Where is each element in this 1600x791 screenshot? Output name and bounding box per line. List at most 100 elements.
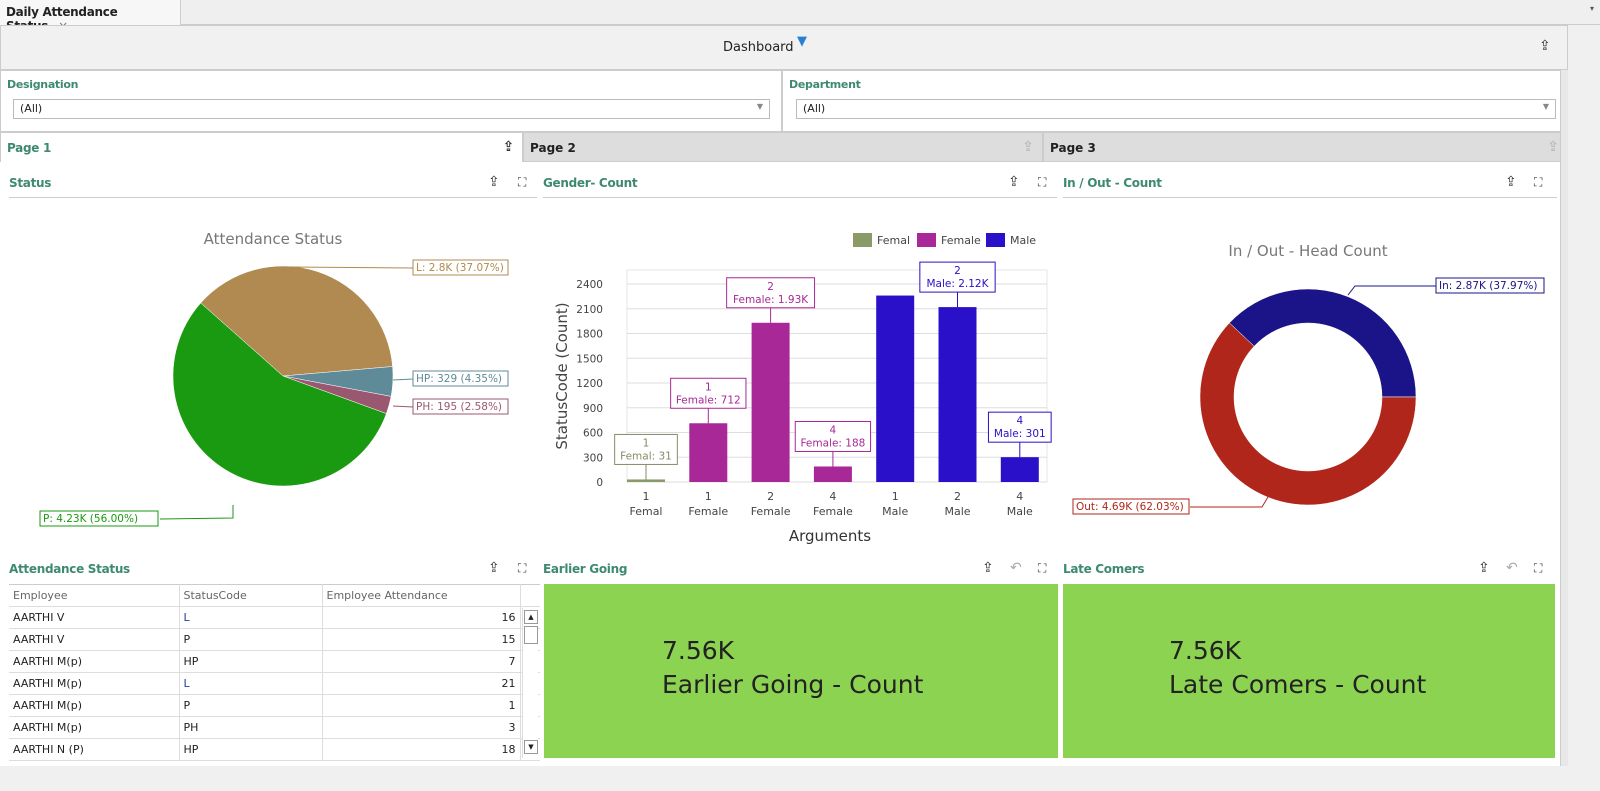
table-cell: L [179,672,323,695]
data-label: Female: 188 [800,437,865,449]
table-row[interactable]: AARTHI V L 16 [9,606,540,629]
charts-canvas: Attendance Status L: 2.8K (37.07%) HP: 329… [39,230,1545,545]
bar-female [751,322,790,482]
x-tick-arg: 1 [705,490,712,503]
data-label: In: 2.87K (37.97%) [1439,280,1537,292]
bar-male [938,307,977,482]
legend-swatch [853,233,872,247]
data-label: Male: 301 [994,428,1046,440]
legend-label: Femal [877,234,910,247]
header-spacer [520,584,540,607]
x-tick-arg: 4 [1016,490,1023,503]
export-icon[interactable]: ⇪ [982,560,994,576]
table-cell: PH [179,716,323,739]
panel-title-earlier: Earlier Going [543,562,628,576]
leader-line [392,378,414,381]
y-tick-label: 1500 [576,353,603,365]
x-tick-series: Male [882,505,908,518]
export-icon[interactable]: ⇪ [1478,560,1490,576]
data-label: Male: 2.12K [926,278,989,290]
table-cell: L [179,606,323,629]
x-tick-series: Female [688,505,728,518]
y-axis-title: StatusCode (Count) [553,302,571,449]
maximize-icon[interactable]: ⛶ [1534,561,1542,576]
table-row[interactable]: AARTHI M(p) PH 3 [9,716,540,739]
x-tick-arg: 2 [767,490,774,503]
maximize-icon[interactable]: ⛶ [1038,561,1046,576]
maximize-icon[interactable]: ⛶ [518,561,526,576]
legend-label: Male [1010,234,1036,247]
column-header[interactable]: StatusCode [179,584,323,607]
donut-slice-in [1229,288,1417,398]
bar-male [1000,457,1039,482]
table-row[interactable]: AARTHI V P 15 [9,628,540,651]
table-cell: 7 [322,650,521,673]
data-label: Femal: 31 [620,450,672,462]
kpi-label: Earlier Going - Count [662,670,924,699]
scroll-up-icon[interactable]: ▲ [524,610,538,624]
data-label: Female: 712 [676,394,741,406]
data-label-arg: 2 [767,281,774,293]
bar-male [876,295,915,482]
data-label-arg: 2 [954,265,961,277]
x-tick-arg: 1 [892,490,899,503]
export-icon[interactable]: ⇪ [488,560,500,576]
data-label-arg: 4 [1016,415,1023,427]
chart-title: Attendance Status [204,230,343,248]
table-scrollbar[interactable]: ▲ ▼ [522,608,538,758]
table-row[interactable]: AARTHI M(p) L 21 [9,672,540,695]
table-row[interactable]: AARTHI N (P) HP 18 [9,738,540,761]
scroll-thumb[interactable] [524,626,538,644]
table-cell: AARTHI V [9,606,180,629]
leader-line [392,405,414,408]
scroll-down-icon[interactable]: ▼ [524,740,538,754]
data-label-arg: 1 [705,381,712,393]
y-tick-label: 1800 [576,329,603,341]
table-row[interactable]: AARTHI M(p) HP 7 [9,650,540,673]
table-cell: 21 [322,672,521,695]
undo-icon[interactable]: ↶ [1010,560,1022,576]
data-label-arg: 4 [830,424,837,436]
y-tick-label: 900 [583,403,603,415]
x-tick-series: Femal [629,505,662,518]
table-cell: AARTHI V [9,628,180,651]
table-cell: HP [179,650,323,673]
x-tick-series: Male [1007,505,1033,518]
table-cell: 3 [322,716,521,739]
table-cell: P [179,628,323,651]
legend-swatch [917,233,936,247]
column-header[interactable]: Employee [9,584,180,607]
x-axis-title: Arguments [789,527,871,545]
y-tick-label: 2100 [576,304,603,316]
x-tick-series: Male [944,505,970,518]
table-cell: AARTHI M(p) [9,716,180,739]
data-label: HP: 329 (4.35%) [416,373,502,385]
table-cell: 15 [322,628,521,651]
table-cell: 18 [322,738,521,761]
table-cell: AARTHI M(p) [9,650,180,673]
bar-female [813,466,852,482]
x-tick-series: Female [813,505,853,518]
leader-line [1347,285,1436,296]
panel-title-late: Late Comers [1063,562,1145,576]
table-cell: P [179,694,323,717]
y-tick-label: 0 [596,477,603,489]
x-tick-arg: 4 [829,490,836,503]
y-tick-label: 2400 [576,279,603,291]
page-scrollbar[interactable] [1560,70,1568,766]
attendance-table: Employee StatusCode Employee Attendance … [9,584,540,761]
table-cell: HP [179,738,323,761]
chart-title: In / Out - Head Count [1228,242,1387,260]
table-cell: AARTHI M(p) [9,694,180,717]
panel-title-attendance: Attendance Status [9,562,130,576]
column-header[interactable]: Employee Attendance [322,584,521,607]
y-tick-label: 300 [583,452,603,464]
data-label: P: 4.23K (56.00%) [43,513,138,525]
table-row[interactable]: AARTHI M(p) P 1 [9,694,540,717]
kpi-late-comers: 7.56K Late Comers - Count [1063,584,1555,758]
undo-icon[interactable]: ↶ [1506,560,1518,576]
legend-swatch [986,233,1005,247]
kpi-label: Late Comers - Count [1169,670,1427,699]
kpi-value: 7.56K [662,636,735,665]
leader-line [159,505,234,520]
